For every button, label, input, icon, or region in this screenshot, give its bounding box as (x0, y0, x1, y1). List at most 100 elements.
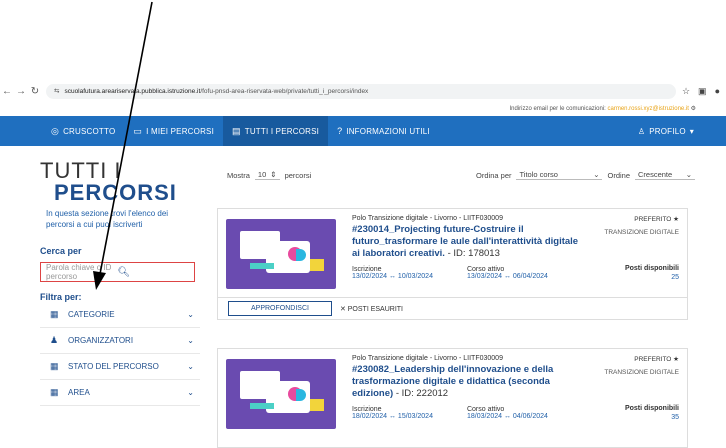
nav-cruscotto[interactable]: ◎ CRUSCOTTO (42, 116, 124, 146)
nav-miei-percorsi[interactable]: ▭ I MIEI PERCORSI (124, 116, 223, 146)
chevron-down-icon: ⌄ (685, 170, 692, 179)
order-by-label: Ordina per (476, 170, 512, 180)
chevron-down-icon: ⌄ (187, 336, 194, 345)
browser-bar: ← → ↻ ⇆ scuolafutura.areariservata.pubbl… (0, 80, 726, 102)
url-path: /fofu-pnsd-area-riservata-web/private/tu… (200, 87, 369, 95)
chevron-down-icon: ⌄ (593, 170, 600, 179)
page-title-line2: PERCORSI (54, 180, 177, 205)
email-label: Indirizzo email per le comunicazioni: (509, 106, 606, 112)
url-host: scuolafutura.areariservata.pubblica.istr… (64, 87, 201, 95)
chevron-down-icon: ⌄ (187, 388, 194, 397)
course-thumbnail (226, 219, 336, 289)
list-icon: ▤ (232, 125, 241, 136)
order-by-select[interactable]: Titolo corso ⌄ (516, 170, 603, 180)
enrollment-label: Iscrizione (352, 406, 382, 413)
help-icon: ? (337, 126, 343, 136)
main-nav: ◎ CRUSCOTTO ▭ I MIEI PERCORSI ▤ TUTTI I PER… (0, 116, 726, 146)
person-icon: ♟ (50, 335, 59, 345)
seats-label: Posti disponibili (624, 405, 679, 412)
page-size-value: 10 (257, 170, 267, 179)
course-organizer: Polo Transizione digitale - Livorno - LI… (352, 355, 503, 362)
course-card: Polo Transizione digitale - Livorno - LI… (217, 208, 688, 320)
profile-menu[interactable]: ♙ PROFILO ▾ (629, 116, 726, 146)
course-title[interactable]: #230082_Leadership dell'innovazione e de… (352, 364, 579, 400)
filter-label: CATEGORIE (68, 310, 115, 319)
chevron-down-icon: ⌄ (187, 362, 194, 371)
category-tag: TRANSIZIONE DIGITALE (604, 229, 679, 236)
course-id: - ID: 222012 (395, 388, 449, 399)
filter-organizzatori[interactable]: ♟ ORGANIZZATORI ⌄ (40, 328, 200, 354)
course-card: Polo Transizione digitale - Livorno - LI… (217, 348, 688, 448)
chevron-down-icon: ⌄ (187, 310, 194, 319)
profile-label: PROFILO (649, 126, 686, 136)
course-id: - ID: 178013 (447, 248, 500, 259)
seats-value: 25 (671, 274, 679, 281)
grid-icon: ▦ (50, 361, 59, 371)
course-title[interactable]: #230014_Projecting future-Costruire il f… (352, 224, 579, 260)
order-select[interactable]: Crescente ⌄ (635, 170, 695, 180)
show-label: Mostra (227, 170, 250, 180)
updown-icon: ⇕ (270, 170, 277, 179)
grid-icon: ▦ (50, 387, 59, 397)
order-label: Ordine (607, 170, 630, 180)
settings-icon[interactable]: ⚙ (691, 106, 696, 112)
blank-area (0, 0, 726, 80)
course-title-text: #230082_Leadership dell'innovazione e de… (352, 364, 554, 399)
search-placeholder: Parola chiave o ID percorso (46, 263, 112, 281)
page-size-select[interactable]: 10 ⇕ (254, 170, 280, 180)
filter-heading: Filtra per: (40, 292, 82, 302)
caret-down-icon: ▾ (689, 126, 694, 136)
site-info-icon[interactable]: ⇆ (54, 87, 59, 95)
filter-stato[interactable]: ▦ STATO DEL PERCORSO ⌄ (40, 354, 200, 380)
enrollment-label: Iscrizione (352, 266, 382, 273)
nav-label: I MIEI PERCORSI (146, 126, 215, 136)
nav-label: CRUSCOTTO (63, 126, 116, 136)
nav-tutti-percorsi[interactable]: ▤ TUTTI I PERCORSI (223, 116, 329, 146)
favorite-toggle[interactable]: PREFERITO ★ (579, 355, 679, 363)
seats-value: 35 (671, 414, 679, 421)
sidepanel-icon[interactable]: ▣ (698, 86, 707, 97)
active-dates: 18/03/2024 ↔ 04/06/2024 (466, 413, 548, 420)
avatar-icon[interactable]: ● (715, 86, 720, 97)
forward-icon[interactable]: → (14, 86, 28, 97)
category-tag: TRANSIZIONE DIGITALE (604, 369, 679, 376)
filter-area[interactable]: ▦ AREA ⌄ (40, 380, 200, 406)
active-dates: 13/03/2024 ↔ 06/04/2024 (466, 273, 548, 280)
search-input[interactable]: Parola chiave o ID percorso 🔍︎ (40, 262, 195, 282)
email-bar: Indirizzo email per le comunicazioni: ca… (0, 102, 726, 116)
filter-label: AREA (68, 388, 90, 397)
address-bar[interactable]: ⇆ scuolafutura.areariservata.pubblica.is… (46, 83, 676, 99)
course-thumbnail (226, 359, 336, 429)
enrollment-dates: 18/02/2024 ↔ 15/03/2024 (352, 413, 433, 420)
star-icon[interactable]: ☆ (682, 86, 690, 97)
active-label: Corso attivo (466, 266, 505, 273)
main-content: Mostra 10 ⇕ percorsi Ordina per Titolo co… (215, 170, 695, 180)
active-label: Corso attivo (466, 406, 505, 413)
nav-informazioni[interactable]: ? INFORMAZIONI UTILI (328, 116, 439, 146)
monitor-icon: ▭ (133, 125, 143, 136)
filter-label: STATO DEL PERCORSO (68, 362, 159, 371)
sold-out-status: ✕ POSTI ESAURITI (339, 305, 403, 313)
filter-categorie[interactable]: ▦ CATEGORIE ⌄ (40, 302, 200, 328)
search-icon[interactable]: 🔍︎ (118, 267, 195, 278)
email-value: carmen.rossi.xyz@istruzione.it (607, 106, 689, 112)
search-heading: Cerca per (40, 246, 82, 256)
course-organizer: Polo Transizione digitale - Livorno - LI… (352, 215, 503, 222)
page-title-line1: TUTTI I (40, 158, 122, 183)
seats-label: Posti disponibili (624, 265, 679, 272)
reload-icon[interactable]: ↻ (28, 86, 42, 97)
order-by-value: Titolo corso (519, 170, 558, 179)
show-suffix: percorsi (284, 170, 312, 180)
sidebar: TUTTI I PERCORSI In questa sezione trovi… (40, 160, 200, 406)
details-button[interactable]: APPROFONDISCI (228, 301, 332, 316)
filter-label: ORGANIZZATORI (68, 336, 134, 345)
dashboard-icon: ◎ (51, 125, 60, 136)
grid-icon: ▦ (50, 309, 59, 319)
back-icon[interactable]: ← (0, 86, 14, 97)
favorite-toggle[interactable]: PREFERITO ★ (579, 215, 679, 223)
intro-text: In questa sezione trovi l'elenco dei per… (46, 209, 169, 229)
list-controls: Mostra 10 ⇕ percorsi Ordina per Titolo co… (215, 170, 695, 180)
nav-label: INFORMAZIONI UTILI (346, 126, 430, 136)
order-value: Crescente (638, 170, 673, 179)
enrollment-dates: 13/02/2024 ↔ 10/03/2024 (352, 273, 433, 280)
